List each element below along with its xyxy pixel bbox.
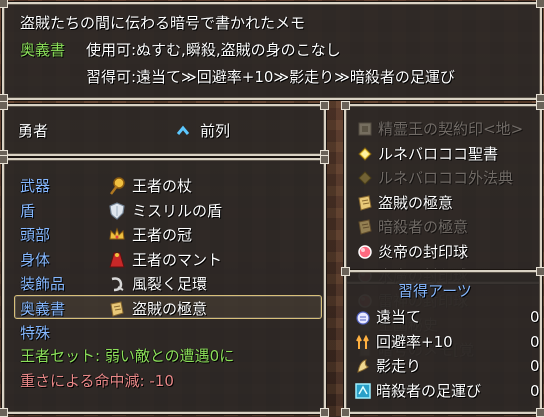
footstep-icon <box>355 382 371 399</box>
window-corner <box>536 101 544 110</box>
anklet-icon <box>111 277 124 292</box>
window-corner <box>320 155 329 164</box>
shadow-icon <box>357 359 369 373</box>
item-name: 精霊王の契約印<地> <box>378 120 524 138</box>
staff-icon <box>110 177 125 195</box>
item-description: 盗賊たちの間に伝わる暗号で書かれたメモ <box>20 14 306 32</box>
equipment-slot-label: 武器 <box>20 177 51 195</box>
equipment-item-name: 風裂く足環 <box>132 275 208 293</box>
window-corner <box>0 155 8 164</box>
fist-icon <box>356 311 370 325</box>
cloak-icon <box>109 252 125 267</box>
crown-icon <box>109 227 125 240</box>
item-name: ルネバロココ聖書 <box>378 144 499 163</box>
equipment-item-name: 盗賊の極意 <box>132 299 208 318</box>
holy-book-icon <box>358 146 372 161</box>
arts-window: 習得アーツ 遠当て 0 回避率+10 0 影走り 0 暗殺者の足運び 0 <box>341 267 544 417</box>
weight-penalty-text: 重さによる命中減: -10 <box>20 372 174 390</box>
art-value: 0 <box>530 357 540 375</box>
shield-icon <box>109 201 125 220</box>
equipment-item-name: 王者のマント <box>132 250 223 269</box>
equipment-item-name: 王者の杖 <box>132 177 193 195</box>
learnable-skills: 習得可:遠当て≫回避率+10≫影走り≫暗殺者の足運び <box>86 68 455 86</box>
item-name: ルネバロココ外法典 <box>378 169 514 187</box>
set-bonus-text: 王者セット: 弱い敵との遭遇0に <box>20 347 235 365</box>
window-corner <box>0 0 8 8</box>
equipment-slot-label: 装飾品 <box>20 275 66 293</box>
window-corner <box>341 101 350 110</box>
equipment-window: 武器 王者の杖盾 ミスリルの盾頭部 王者の冠身体 王者のマント装飾品 風裂く足環奥義書 盗賊… <box>0 155 329 417</box>
usable-skills: 使用可:ぬすむ,瞬殺,盗賊の身のこなし <box>86 41 341 59</box>
equipment-item-name: 王者の冠 <box>132 226 193 244</box>
equipment-slot-label: 身体 <box>20 250 51 269</box>
item-category: 奥義書 <box>20 41 66 59</box>
window-corner <box>341 267 350 276</box>
item-name: 炎帝の封印球 <box>378 242 469 261</box>
arrows-up-icon <box>356 334 369 349</box>
art-value: 0 <box>530 381 540 400</box>
arts-title: 習得アーツ <box>398 282 472 300</box>
actor-window: 勇者 前列 <box>0 101 329 159</box>
actor-row: 前列 <box>200 122 231 140</box>
item-name: 暗殺者の極意 <box>378 218 469 236</box>
window-corner <box>0 101 8 110</box>
window-corner <box>320 101 329 110</box>
equipment-slot-label: 盾 <box>20 201 36 220</box>
dark-book-icon <box>358 171 372 185</box>
seal-icon <box>358 122 372 136</box>
equipment-slot-label: 頭部 <box>20 226 51 244</box>
art-value: 0 <box>530 332 540 351</box>
chevron-up-icon <box>176 125 190 135</box>
window-corner <box>536 0 544 8</box>
actor-name: 勇者 <box>18 122 49 140</box>
equipment-slot-label: 特殊 <box>20 324 51 342</box>
window-corner <box>536 267 544 276</box>
item-list-window[interactable]: 精霊王の契約印<地> ルネバロココ聖書 ルネバロココ外法典 盗賊の極意暗殺者の極意 炎帝… <box>341 101 544 359</box>
art-name: 回避率+10 <box>376 332 453 351</box>
art-name: 影走り <box>376 357 422 375</box>
orb-icon <box>358 244 372 259</box>
art-name: 遠当て <box>376 308 422 326</box>
scroll-icon <box>358 219 372 235</box>
equipment-item-name: ミスリルの盾 <box>132 201 223 220</box>
equipment-slot-label: 奥義書 <box>20 299 66 318</box>
item-name: 盗賊の極意 <box>378 193 454 212</box>
help-window: 盗賊たちの間に伝わる暗号で書かれたメモ 奥義書 使用可:ぬすむ,瞬殺,盗賊の身の… <box>0 0 544 103</box>
art-value: 0 <box>530 308 540 326</box>
art-name: 暗殺者の足運び <box>376 381 482 400</box>
scroll-icon <box>110 300 124 317</box>
scroll-icon <box>358 194 372 211</box>
